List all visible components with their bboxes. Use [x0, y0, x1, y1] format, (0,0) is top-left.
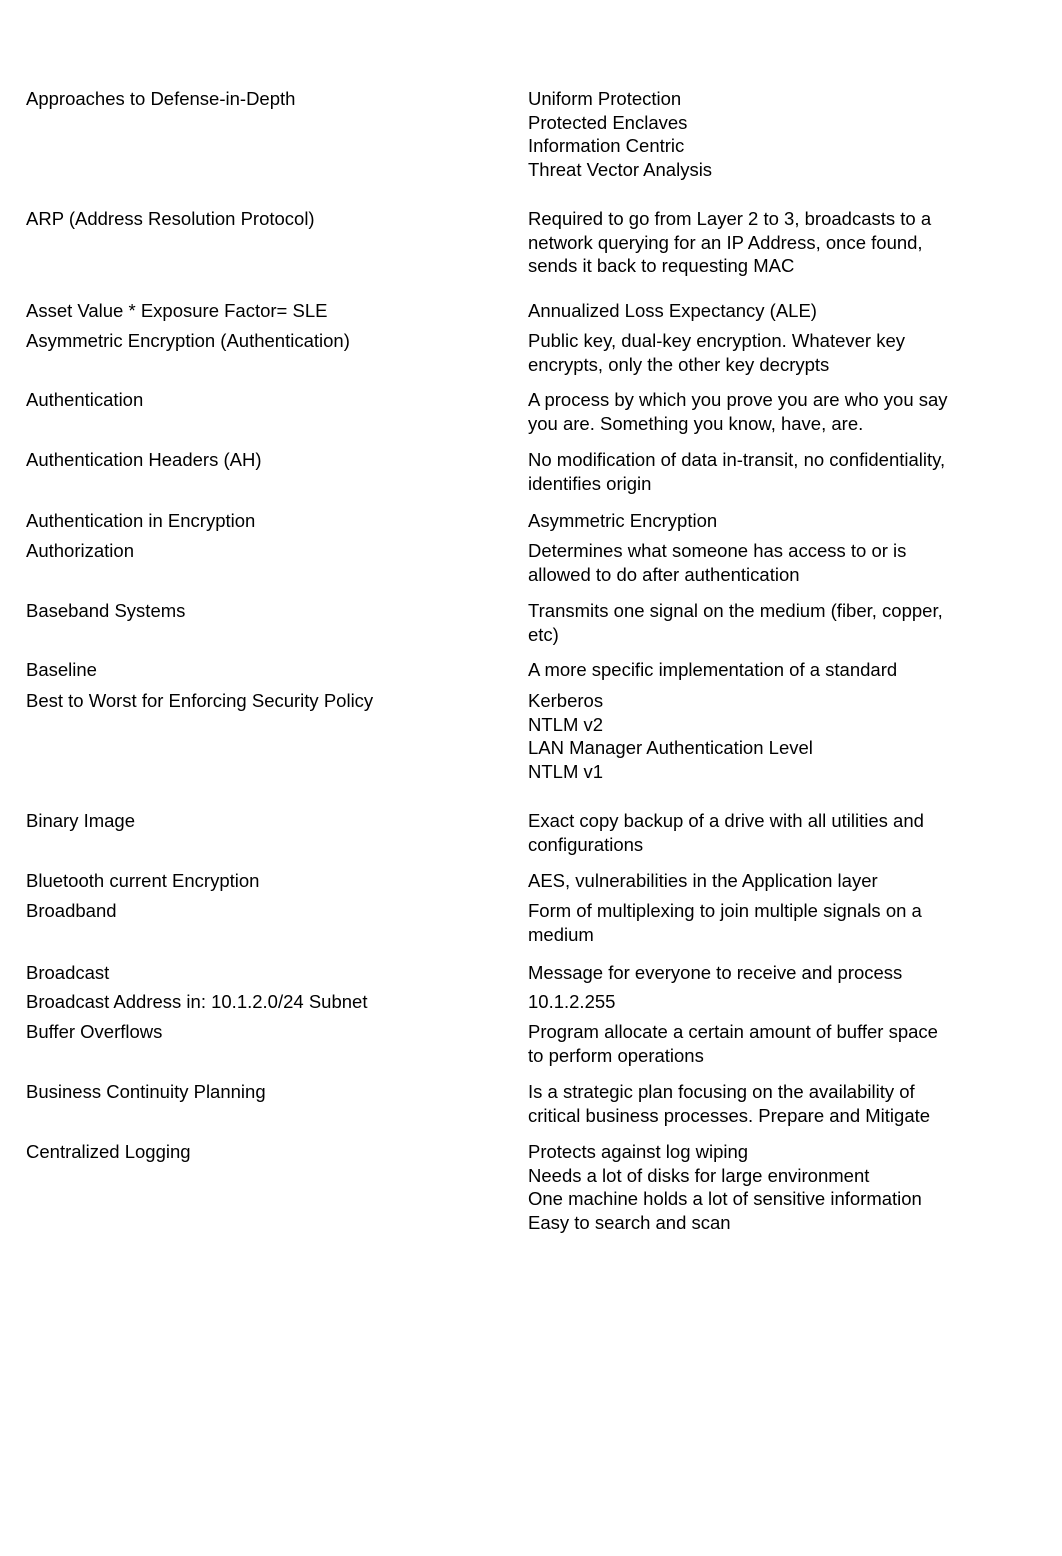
term-cell: Asset Value * Exposure Factor= SLE [26, 300, 328, 321]
definition-cell: Transmits one signal on the medium (fibe… [528, 600, 943, 645]
term-cell: Authentication Headers (AH) [26, 449, 262, 470]
term-cell: Authentication [26, 389, 144, 410]
term-cell: Baseband Systems [26, 600, 186, 621]
term-cell: Buffer Overflows [26, 1021, 163, 1042]
definition-cell: Determines what someone has access to or… [528, 540, 907, 585]
definition-cell: Protects against log wiping Needs a lot … [528, 1141, 922, 1233]
term-cell: Authorization [26, 540, 134, 561]
definition-cell: Uniform Protection Protected Enclaves In… [528, 88, 713, 180]
term-cell: Broadcast [26, 962, 110, 983]
term-cell: Best to Worst for Enforcing Security Pol… [26, 690, 374, 711]
definition-cell: 10.1.2.255 [528, 991, 616, 1012]
term-cell: Bluetooth current Encryption [26, 870, 260, 891]
term-cell: Business Continuity Planning [26, 1081, 266, 1102]
term-cell: Baseline [26, 659, 97, 680]
term-cell: Broadband [26, 900, 117, 921]
term-cell: Asymmetric Encryption (Authentication) [26, 330, 350, 351]
definition-cell: No modification of data in-transit, no c… [528, 449, 946, 494]
term-cell: ARP (Address Resolution Protocol) [26, 208, 315, 229]
document-page: { "rows": [ {"term": "Approaches to Defe… [0, 0, 1062, 1556]
definition-cell: Exact copy backup of a drive with all ut… [528, 810, 924, 855]
definition-cell: Asymmetric Encryption [528, 510, 718, 531]
definition-cell: Message for everyone to receive and proc… [528, 962, 903, 983]
term-cell: Centralized Logging [26, 1141, 191, 1162]
definition-cell: Form of multiplexing to join multiple si… [528, 900, 922, 945]
definition-cell: Public key, dual-key encryption. Whateve… [528, 330, 906, 375]
definition-cell: A process by which you prove you are who… [528, 389, 948, 434]
term-cell: Authentication in Encryption [26, 510, 256, 531]
definition-cell: Annualized Loss Expectancy (ALE) [528, 300, 817, 321]
definition-cell: Kerberos NTLM v2 LAN Manager Authenticat… [528, 690, 813, 782]
term-cell: Broadcast Address in: 10.1.2.0/24 Subnet [26, 991, 368, 1012]
definition-cell: Program allocate a certain amount of buf… [528, 1021, 938, 1066]
term-cell: Binary Image [26, 810, 135, 831]
definition-cell: A more specific implementation of a stan… [528, 659, 898, 680]
term-cell: Approaches to Defense-in-Depth [26, 88, 296, 109]
definition-cell: Is a strategic plan focusing on the avai… [528, 1081, 931, 1126]
definition-cell: AES, vulnerabilities in the Application … [528, 870, 878, 891]
definition-cell: Required to go from Layer 2 to 3, broadc… [528, 208, 932, 276]
